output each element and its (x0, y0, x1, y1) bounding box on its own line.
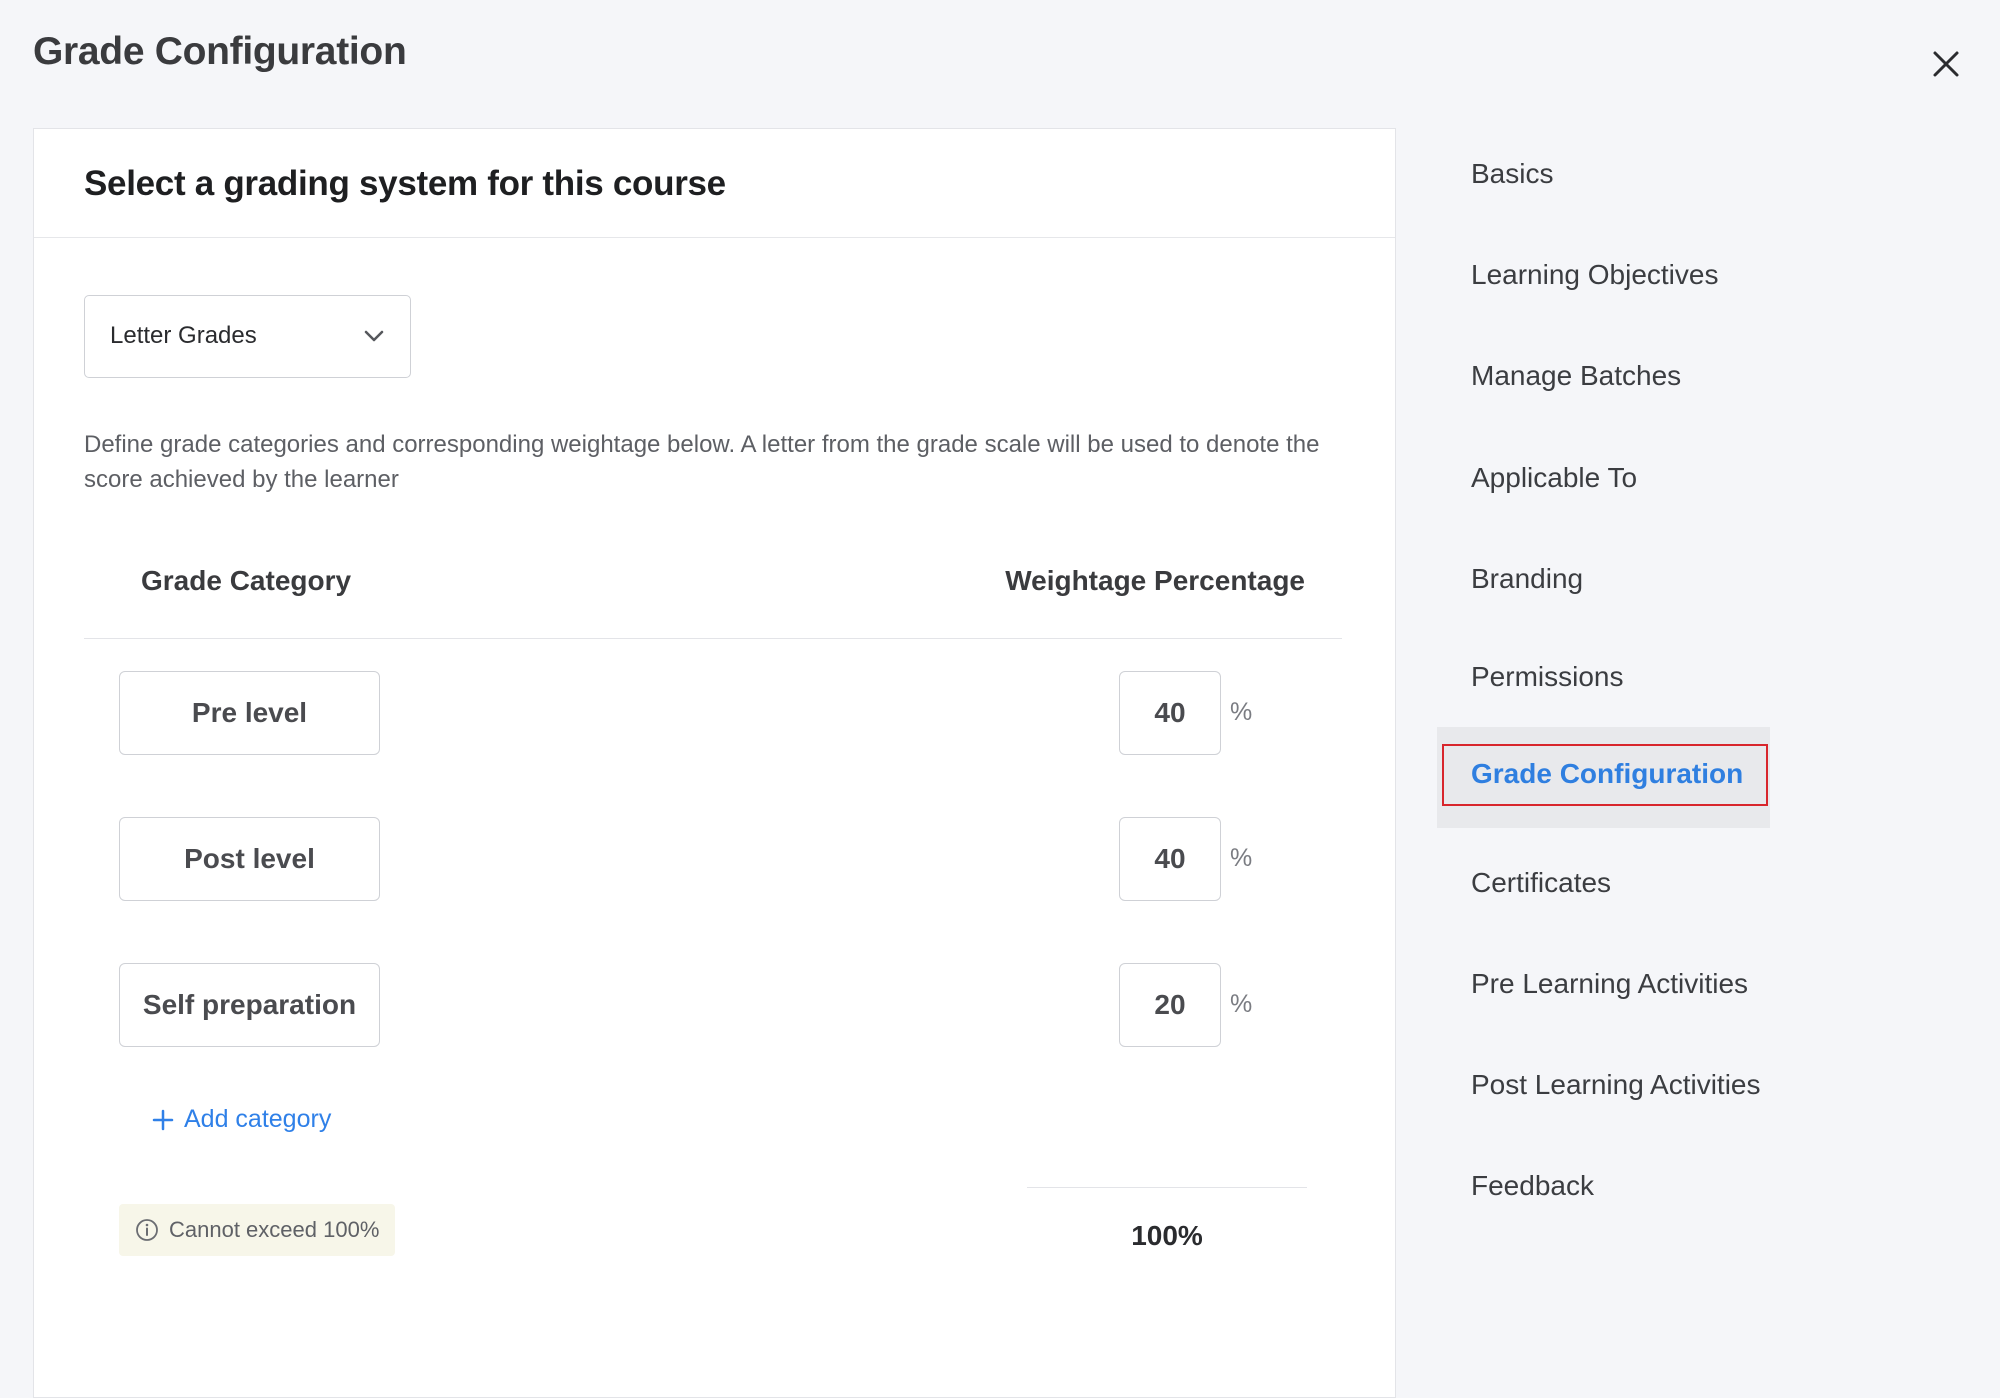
category-name-input[interactable]: Post level (119, 817, 380, 901)
weightage-input[interactable]: 40 (1119, 817, 1221, 901)
total-divider (1027, 1187, 1307, 1188)
percent-unit: % (1230, 698, 1253, 726)
nav-item-branding[interactable]: Branding (1471, 563, 1583, 595)
nav-item-permissions[interactable]: Permissions (1471, 661, 1623, 693)
table-row: Pre level 40 % (34, 671, 1395, 755)
percent-unit: % (1230, 844, 1253, 872)
nav-item-certificates[interactable]: Certificates (1471, 867, 1611, 899)
grade-config-card: Select a grading system for this course … (33, 128, 1396, 1398)
table-row: Self preparation 20 % (34, 963, 1395, 1047)
grading-description: Define grade categories and correspondin… (84, 431, 1320, 493)
nav-item-applicable-to[interactable]: Applicable To (1471, 462, 1637, 494)
grade-category-header: Grade Category (141, 565, 352, 596)
category-name-input[interactable]: Pre level (119, 671, 380, 755)
nav-item-basics[interactable]: Basics (1471, 158, 1553, 190)
card-title: Select a grading system for this course (84, 164, 726, 203)
page-title: Grade Configuration (33, 30, 407, 73)
nav-item-learning-objectives[interactable]: Learning Objectives (1471, 259, 1718, 291)
warning-text: Cannot exceed 100% (169, 1217, 380, 1242)
chevron-down-icon (364, 330, 384, 342)
add-category-button[interactable]: Add category (152, 1105, 331, 1134)
nav-item-pre-learning-activities[interactable]: Pre Learning Activities (1471, 968, 1748, 1000)
add-category-label: Add category (184, 1105, 332, 1133)
weightage-input[interactable]: 20 (1119, 963, 1221, 1047)
close-button[interactable] (1926, 44, 1966, 84)
table-row: Post level 40 % (34, 817, 1395, 901)
nav-item-feedback[interactable]: Feedback (1471, 1170, 1594, 1202)
close-icon[interactable] (1926, 44, 1966, 84)
plus-icon (152, 1109, 174, 1130)
percent-unit: % (1230, 990, 1253, 1018)
category-name-input[interactable]: Self preparation (119, 963, 380, 1047)
nav-item-grade-configuration[interactable]: Grade Configuration (1471, 758, 1743, 790)
nav-item-manage-batches[interactable]: Manage Batches (1471, 360, 1681, 392)
weightage-input[interactable]: 40 (1119, 671, 1221, 755)
table-header-divider (84, 638, 1342, 639)
total-weightage: 100% (1131, 1220, 1203, 1251)
info-icon (136, 1219, 158, 1241)
grading-system-value: Letter Grades (110, 322, 257, 349)
warning-badge: Cannot exceed 100% (119, 1204, 396, 1256)
nav-item-post-learning-activities[interactable]: Post Learning Activities (1471, 1069, 1761, 1101)
grading-system-select[interactable]: Letter Grades (84, 295, 411, 378)
weightage-percentage-header: Weightage Percentage (1005, 565, 1305, 596)
card-header: Select a grading system for this course (34, 129, 1395, 238)
